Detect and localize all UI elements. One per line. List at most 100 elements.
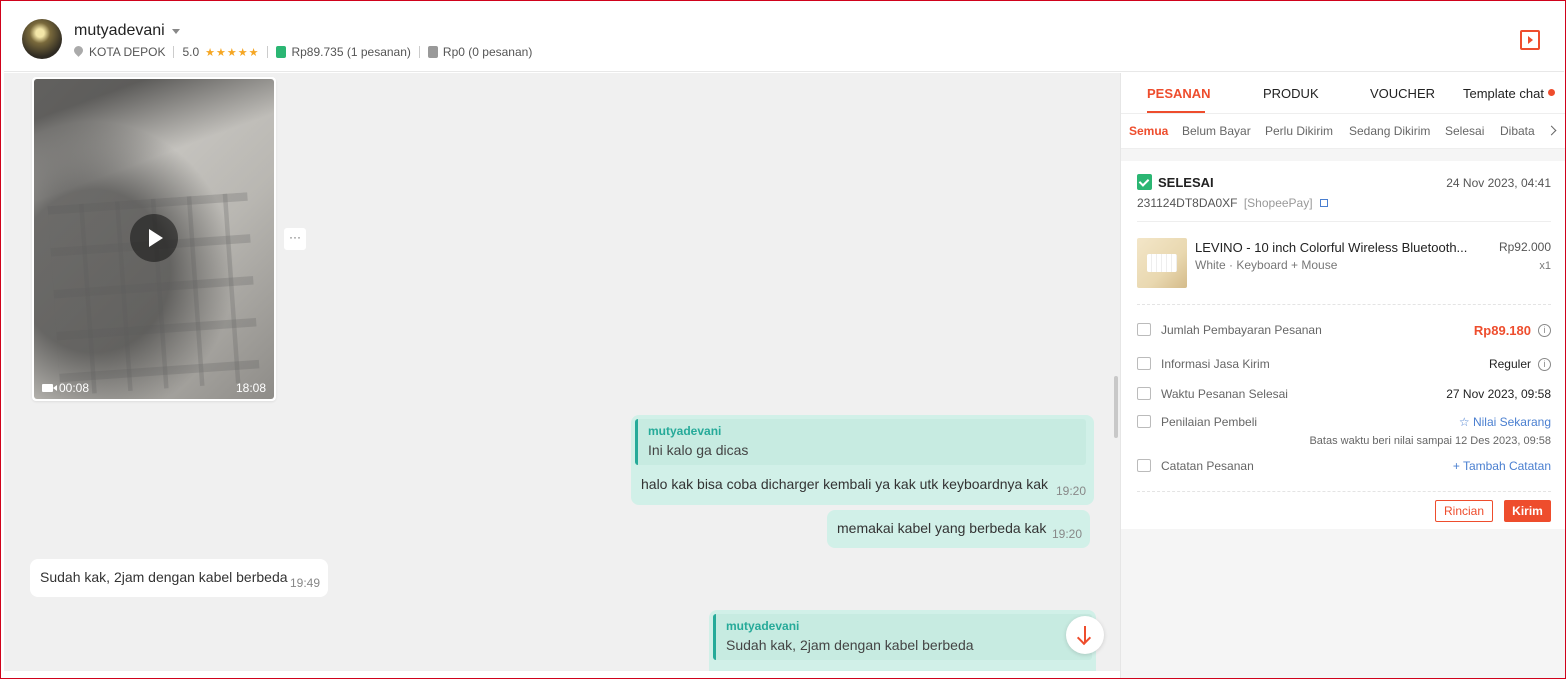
quote-author: mutyadevani	[726, 619, 800, 633]
order-status-filter: Semua Belum Bayar Perlu Dikirim Sedang D…	[1121, 113, 1566, 149]
shipping-row: Informasi Jasa Kirim Reguler i	[1137, 355, 1551, 375]
toggle-panel-icon[interactable]	[1520, 30, 1540, 50]
paid-amount: Rp89.735	[291, 45, 344, 59]
buyer-rating: 5.0	[182, 45, 200, 59]
order-id[interactable]: 231124DT8DA0XF [ShopeePay]	[1137, 196, 1328, 210]
buyer-review-row: Penilaian Pembeli ☆ Nilai Sekarang Batas…	[1137, 413, 1551, 447]
calendar-check-icon	[1137, 387, 1151, 400]
subtab-semua[interactable]: Semua	[1129, 124, 1168, 138]
chevron-right-icon[interactable]	[1546, 125, 1557, 136]
quoted-message[interactable]: mutyadevani Sudah kak, 2jam dengan kabel…	[713, 614, 1092, 660]
external-link-icon[interactable]	[1319, 199, 1328, 207]
unpaid-orders: (0 pesanan)	[468, 45, 533, 59]
quoted-message[interactable]: mutyadevani Ini kalo ga dicas	[635, 419, 1086, 465]
video-camera-icon	[42, 384, 57, 392]
quote-text: Ini kalo ga dicas	[648, 442, 749, 458]
message-bubble-out[interactable]: mutyadevani Sudah kak, 2jam dengan kabel…	[709, 610, 1096, 671]
section-gap	[1121, 149, 1566, 161]
info-icon[interactable]: i	[1538, 358, 1551, 371]
product-thumbnail[interactable]	[1137, 238, 1187, 288]
completed-time-value: 27 Nov 2023, 09:58	[1446, 387, 1551, 401]
payment-total-row: Jumlah Pembayaran Pesanan Rp89.180 i	[1137, 321, 1551, 341]
paid-orders: (1 pesanan)	[346, 45, 411, 59]
more-options-icon[interactable]: ···	[284, 228, 306, 250]
chat-messages[interactable]: 00:08 18:08 ··· mutyadevani Ini kalo ga …	[4, 73, 1120, 671]
payment-total-label: Jumlah Pembayaran Pesanan	[1161, 323, 1322, 337]
video-duration-text: 00:08	[59, 381, 90, 395]
paid-clipboard-icon	[276, 46, 287, 58]
order-status-text: SELESAI	[1158, 174, 1214, 190]
play-icon[interactable]	[130, 214, 178, 262]
order-card: SELESAI 24 Nov 2023, 04:41 231124DT8DA0X…	[1121, 161, 1566, 529]
completed-time-label: Waktu Pesanan Selesai	[1161, 387, 1288, 401]
truck-icon	[1137, 357, 1151, 370]
payment-total-value: Rp89.180	[1473, 323, 1531, 338]
order-panel: PESANAN PRODUK VOUCHER Template chat Sem…	[1120, 73, 1566, 679]
chat-scrollbar[interactable]	[1114, 376, 1118, 438]
unpaid-amount: Rp0	[442, 45, 465, 59]
tab-pesanan[interactable]: PESANAN	[1147, 86, 1211, 101]
divider	[1137, 304, 1551, 305]
order-notes-label: Catatan Pesanan	[1161, 459, 1254, 473]
message-bubble-out[interactable]: memakai kabel yang berbeda kak 19:20	[827, 510, 1090, 548]
panel-empty-area	[1121, 529, 1566, 679]
message-bubble-out[interactable]: mutyadevani Ini kalo ga dicas halo kak b…	[631, 415, 1094, 505]
completed-check-icon	[1137, 174, 1152, 190]
rate-now-link[interactable]: ☆ Nilai Sekarang	[1459, 415, 1551, 429]
add-note-link[interactable]: + Tambah Catatan	[1453, 459, 1551, 473]
video-duration: 00:08	[42, 381, 89, 395]
avatar[interactable]	[22, 19, 62, 59]
subtab-dibatalkan[interactable]: Dibata	[1500, 124, 1535, 138]
subtab-sedang-dikirim[interactable]: Sedang Dikirim	[1349, 124, 1430, 138]
details-button[interactable]: Rincian	[1435, 500, 1493, 522]
chevron-down-icon[interactable]	[172, 29, 180, 34]
shipping-label: Informasi Jasa Kirim	[1161, 357, 1270, 371]
subtab-selesai[interactable]: Selesai	[1445, 124, 1484, 138]
shipping-value: Reguler	[1488, 357, 1531, 371]
buyer-location: KOTA DEPOK	[89, 45, 166, 59]
video-thumbnail[interactable]: 00:08 18:08	[34, 79, 274, 399]
product-variant: White · Keyboard + Mouse	[1195, 258, 1338, 272]
tab-template-chat[interactable]: Template chat	[1463, 86, 1555, 101]
buyer-username[interactable]: mutyadevani	[74, 22, 165, 40]
product-price: Rp92.000	[1498, 240, 1551, 254]
video-message[interactable]: 00:08 18:08	[32, 77, 276, 401]
message-time: 19:20	[1051, 527, 1082, 541]
payment-method: [ShopeePay]	[1243, 196, 1313, 210]
product-qty: x1	[1539, 260, 1551, 272]
order-id-text: 231124DT8DA0XF	[1137, 196, 1238, 210]
star-outline-icon	[1137, 415, 1151, 428]
message-text: halo kak bisa coba dicharger kembali ya …	[641, 476, 1048, 492]
product-name[interactable]: LEVINO - 10 inch Colorful Wireless Bluet…	[1195, 240, 1475, 255]
scroll-to-bottom-button[interactable]	[1066, 616, 1104, 654]
order-notes-row: Catatan Pesanan + Tambah Catatan	[1137, 457, 1551, 477]
info-icon[interactable]: i	[1538, 324, 1551, 337]
divider	[173, 46, 175, 58]
buyer-review-label: Penilaian Pembeli	[1161, 415, 1258, 429]
quote-author: mutyadevani	[648, 424, 722, 438]
message-text: Sudah kak, 2jam dengan kabel berbeda	[40, 569, 288, 585]
divider	[1137, 221, 1551, 222]
message-text: memakai kabel yang berbeda kak	[837, 520, 1047, 536]
tab-voucher[interactable]: VOUCHER	[1370, 86, 1435, 101]
message-time: 19:49	[289, 576, 320, 590]
panel-tabs: PESANAN PRODUK VOUCHER Template chat	[1121, 73, 1566, 113]
notification-dot-icon	[1547, 89, 1555, 96]
message-time: 18:08	[235, 381, 266, 395]
wallet-icon	[1137, 323, 1151, 336]
subtab-perlu-dikirim[interactable]: Perlu Dikirim	[1265, 124, 1333, 138]
buyer-meta: KOTA DEPOK 5.0 ★★★★★ Rp89.735 (1 pesanan…	[74, 44, 532, 60]
completed-time-row: Waktu Pesanan Selesai 27 Nov 2023, 09:58	[1137, 385, 1551, 405]
order-status: SELESAI	[1137, 174, 1214, 190]
quote-text: Sudah kak, 2jam dengan kabel berbeda	[726, 637, 974, 653]
unpaid-clipboard-icon	[427, 46, 438, 58]
subtab-belum-bayar[interactable]: Belum Bayar	[1182, 124, 1251, 138]
divider	[418, 46, 420, 58]
tab-produk[interactable]: PRODUK	[1263, 86, 1319, 101]
message-bubble-in[interactable]: Sudah kak, 2jam dengan kabel berbeda 19:…	[30, 559, 328, 597]
divider	[1137, 491, 1551, 492]
divider	[267, 46, 269, 58]
send-button[interactable]: Kirim	[1504, 500, 1551, 522]
chat-header: mutyadevani KOTA DEPOK 5.0 ★★★★★ Rp89.73…	[4, 8, 1564, 72]
star-rating-icon: ★★★★★	[205, 46, 260, 59]
